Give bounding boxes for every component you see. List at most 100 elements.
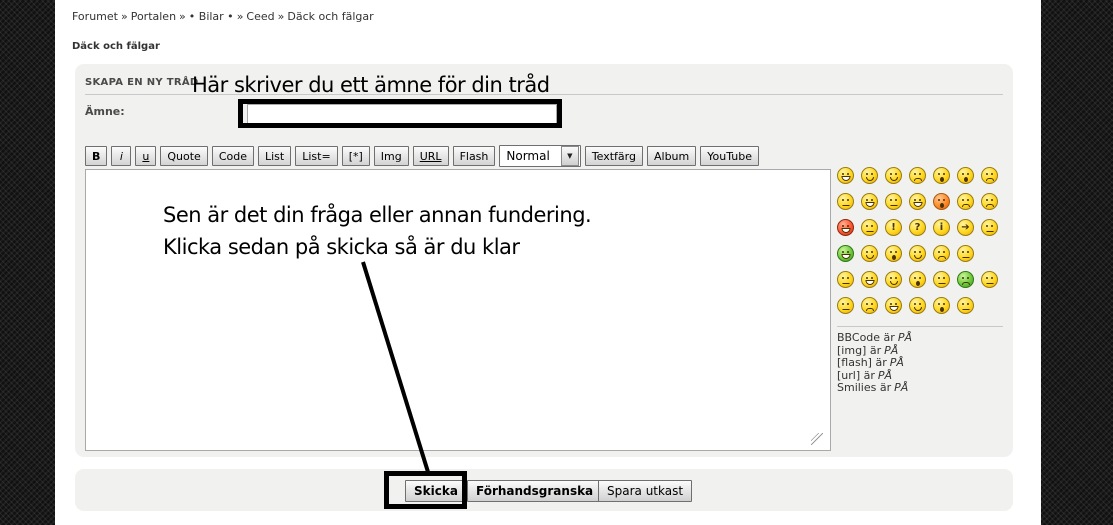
smiley-sad-icon[interactable] xyxy=(957,193,974,210)
breadcrumb-item-forumet[interactable]: Forumet xyxy=(72,10,118,23)
breadcrumb-separator: » xyxy=(237,10,244,23)
smiley-mouth xyxy=(962,204,970,207)
smiley-whistle-icon[interactable] xyxy=(909,271,926,288)
smilies-grid: !? i ➔ xyxy=(837,167,998,314)
toolbar-button-flash[interactable]: Flash xyxy=(453,146,496,166)
smiley-bored-icon[interactable] xyxy=(933,271,950,288)
smiley-mouth: ? xyxy=(915,221,921,234)
toolbar-button-url[interactable]: URL xyxy=(413,146,449,166)
smiley-geek-icon[interactable] xyxy=(885,245,902,262)
smiley-smile-icon[interactable] xyxy=(861,167,878,184)
smiley-happy-icon[interactable] xyxy=(861,271,878,288)
smiley-uneasy-icon[interactable] xyxy=(981,167,998,184)
bbcode-status-label: [url] är xyxy=(837,369,875,382)
bbcode-status-label: BBCode är xyxy=(837,331,895,344)
chevron-down-icon[interactable]: ▼ xyxy=(561,146,579,166)
breadcrumb-item-ceed[interactable]: Ceed xyxy=(246,10,274,23)
smiley-worried-icon[interactable] xyxy=(909,167,926,184)
smiley-thumbs-down-icon[interactable] xyxy=(861,297,878,314)
smiley-mrgreen-icon[interactable] xyxy=(837,245,854,262)
smiley-mouth xyxy=(938,256,946,259)
spara-utkast-button[interactable]: Spara utkast xyxy=(598,480,692,502)
smiley-sick-icon[interactable] xyxy=(957,271,974,288)
toolbar-button-u[interactable]: u xyxy=(135,146,156,166)
smiley-upset-icon[interactable] xyxy=(933,193,950,210)
smiley-idea-icon[interactable]: i xyxy=(933,219,950,236)
smiley-devil-icon[interactable] xyxy=(981,193,998,210)
smiley-arrow-icon[interactable]: ➔ xyxy=(957,219,974,236)
smiley-hmm-icon[interactable] xyxy=(837,271,854,288)
toolbar-button-b[interactable]: B xyxy=(85,146,107,166)
smiley-mouth xyxy=(889,306,898,311)
smiley-row xyxy=(837,167,998,184)
smiley-lol-icon[interactable] xyxy=(861,193,878,210)
smiley-mad-icon[interactable] xyxy=(885,193,902,210)
smiley-mouth xyxy=(962,282,970,285)
toolbar-button-list[interactable]: List= xyxy=(295,146,337,166)
smiley-question-icon[interactable]: ? xyxy=(909,219,926,236)
smiley-mouth xyxy=(841,176,850,181)
smiley-mouth: ! xyxy=(891,221,896,234)
smiley-drink-icon[interactable] xyxy=(909,297,926,314)
smiley-tired-icon[interactable] xyxy=(981,271,998,288)
smiley-mouth xyxy=(962,309,969,310)
smiley-rolleyes-icon[interactable] xyxy=(861,219,878,236)
smiley-mouth xyxy=(913,202,922,207)
smiley-wink-icon[interactable] xyxy=(885,167,902,184)
breadcrumb-separator: » xyxy=(278,10,285,23)
breadcrumb: Forumet»Portalen»• Bilar •»Ceed»Däck och… xyxy=(72,10,374,23)
smilies-divider xyxy=(837,326,1003,327)
smiley-mouth xyxy=(890,177,898,181)
smiley-mouth xyxy=(866,177,874,181)
smiley-cool-glasses-icon[interactable] xyxy=(861,245,878,262)
smiley-ponder-icon[interactable] xyxy=(837,297,854,314)
smiley-mouth: i xyxy=(940,221,943,234)
breadcrumb-separator: » xyxy=(121,10,128,23)
toolbar-button-quote[interactable]: Quote xyxy=(160,146,207,166)
smiley-razz-icon[interactable] xyxy=(909,193,926,210)
breadcrumb-item-bilar[interactable]: • Bilar • xyxy=(189,10,234,23)
breadcrumb-item-d-ck-och-f-lgar[interactable]: Däck och fälgar xyxy=(287,10,373,23)
smiley-eek-icon[interactable] xyxy=(957,167,974,184)
smiley-exclaim-icon[interactable]: ! xyxy=(885,219,902,236)
smiley-laughing-icon[interactable] xyxy=(837,167,854,184)
smiley-mouth xyxy=(940,177,944,182)
toolbar-button-code[interactable]: Code xyxy=(212,146,254,166)
smiley-mouth xyxy=(914,178,922,181)
smiley-mouth xyxy=(866,308,874,311)
breadcrumb-item-portalen[interactable]: Portalen xyxy=(131,10,176,23)
toolbar-button-list[interactable]: List xyxy=(258,146,291,166)
smiley-row xyxy=(837,271,998,288)
smiley-cool-icon[interactable] xyxy=(837,193,854,210)
bbcode-status-state: PÅ xyxy=(894,381,908,394)
smiley-eyes-up-icon[interactable] xyxy=(957,245,974,262)
smiley-smug-icon[interactable] xyxy=(885,271,902,288)
smiley-evil-icon[interactable] xyxy=(837,219,854,236)
smiley-calm-icon[interactable] xyxy=(957,297,974,314)
bbcode-toolbar: BiuQuoteCodeListList=[*]ImgURLFlashNorma… xyxy=(85,145,759,167)
smiley-neutral-icon[interactable] xyxy=(981,219,998,236)
smiley-monocle-icon[interactable] xyxy=(933,297,950,314)
toolbar-button-youtube[interactable]: YouTube xyxy=(700,146,759,166)
toolbar-button-i[interactable]: i xyxy=(111,146,131,166)
smiley-shocked-icon[interactable] xyxy=(933,167,950,184)
smiley-mouth xyxy=(890,281,898,285)
toolbar-button-img[interactable]: Img xyxy=(374,146,409,166)
smiley-mouth xyxy=(986,283,993,284)
textarea-resize-handle[interactable] xyxy=(811,433,823,445)
bbcode-status-label: Smilies är xyxy=(837,381,891,394)
f-rhandsgranska-button[interactable]: Förhandsgranska xyxy=(467,480,602,502)
smiley-row xyxy=(837,297,998,314)
smiley-mouth xyxy=(842,205,849,206)
toolbar-button-textf-rg[interactable]: Textfärg xyxy=(585,146,643,166)
smiley-mouth: ➔ xyxy=(961,221,969,234)
bbcode-status-label: [img] är xyxy=(837,344,881,357)
smiley-angel-icon[interactable] xyxy=(909,245,926,262)
smiley-crying-icon[interactable] xyxy=(933,245,950,262)
smiley-mouth xyxy=(842,283,849,284)
smiley-mouth xyxy=(940,203,944,208)
toolbar-button-album[interactable]: Album xyxy=(647,146,696,166)
smiley-cheer-icon[interactable] xyxy=(885,297,902,314)
toolbar-button-item[interactable]: [*] xyxy=(342,146,370,166)
font-size-select[interactable]: Normal▼ xyxy=(499,145,580,167)
